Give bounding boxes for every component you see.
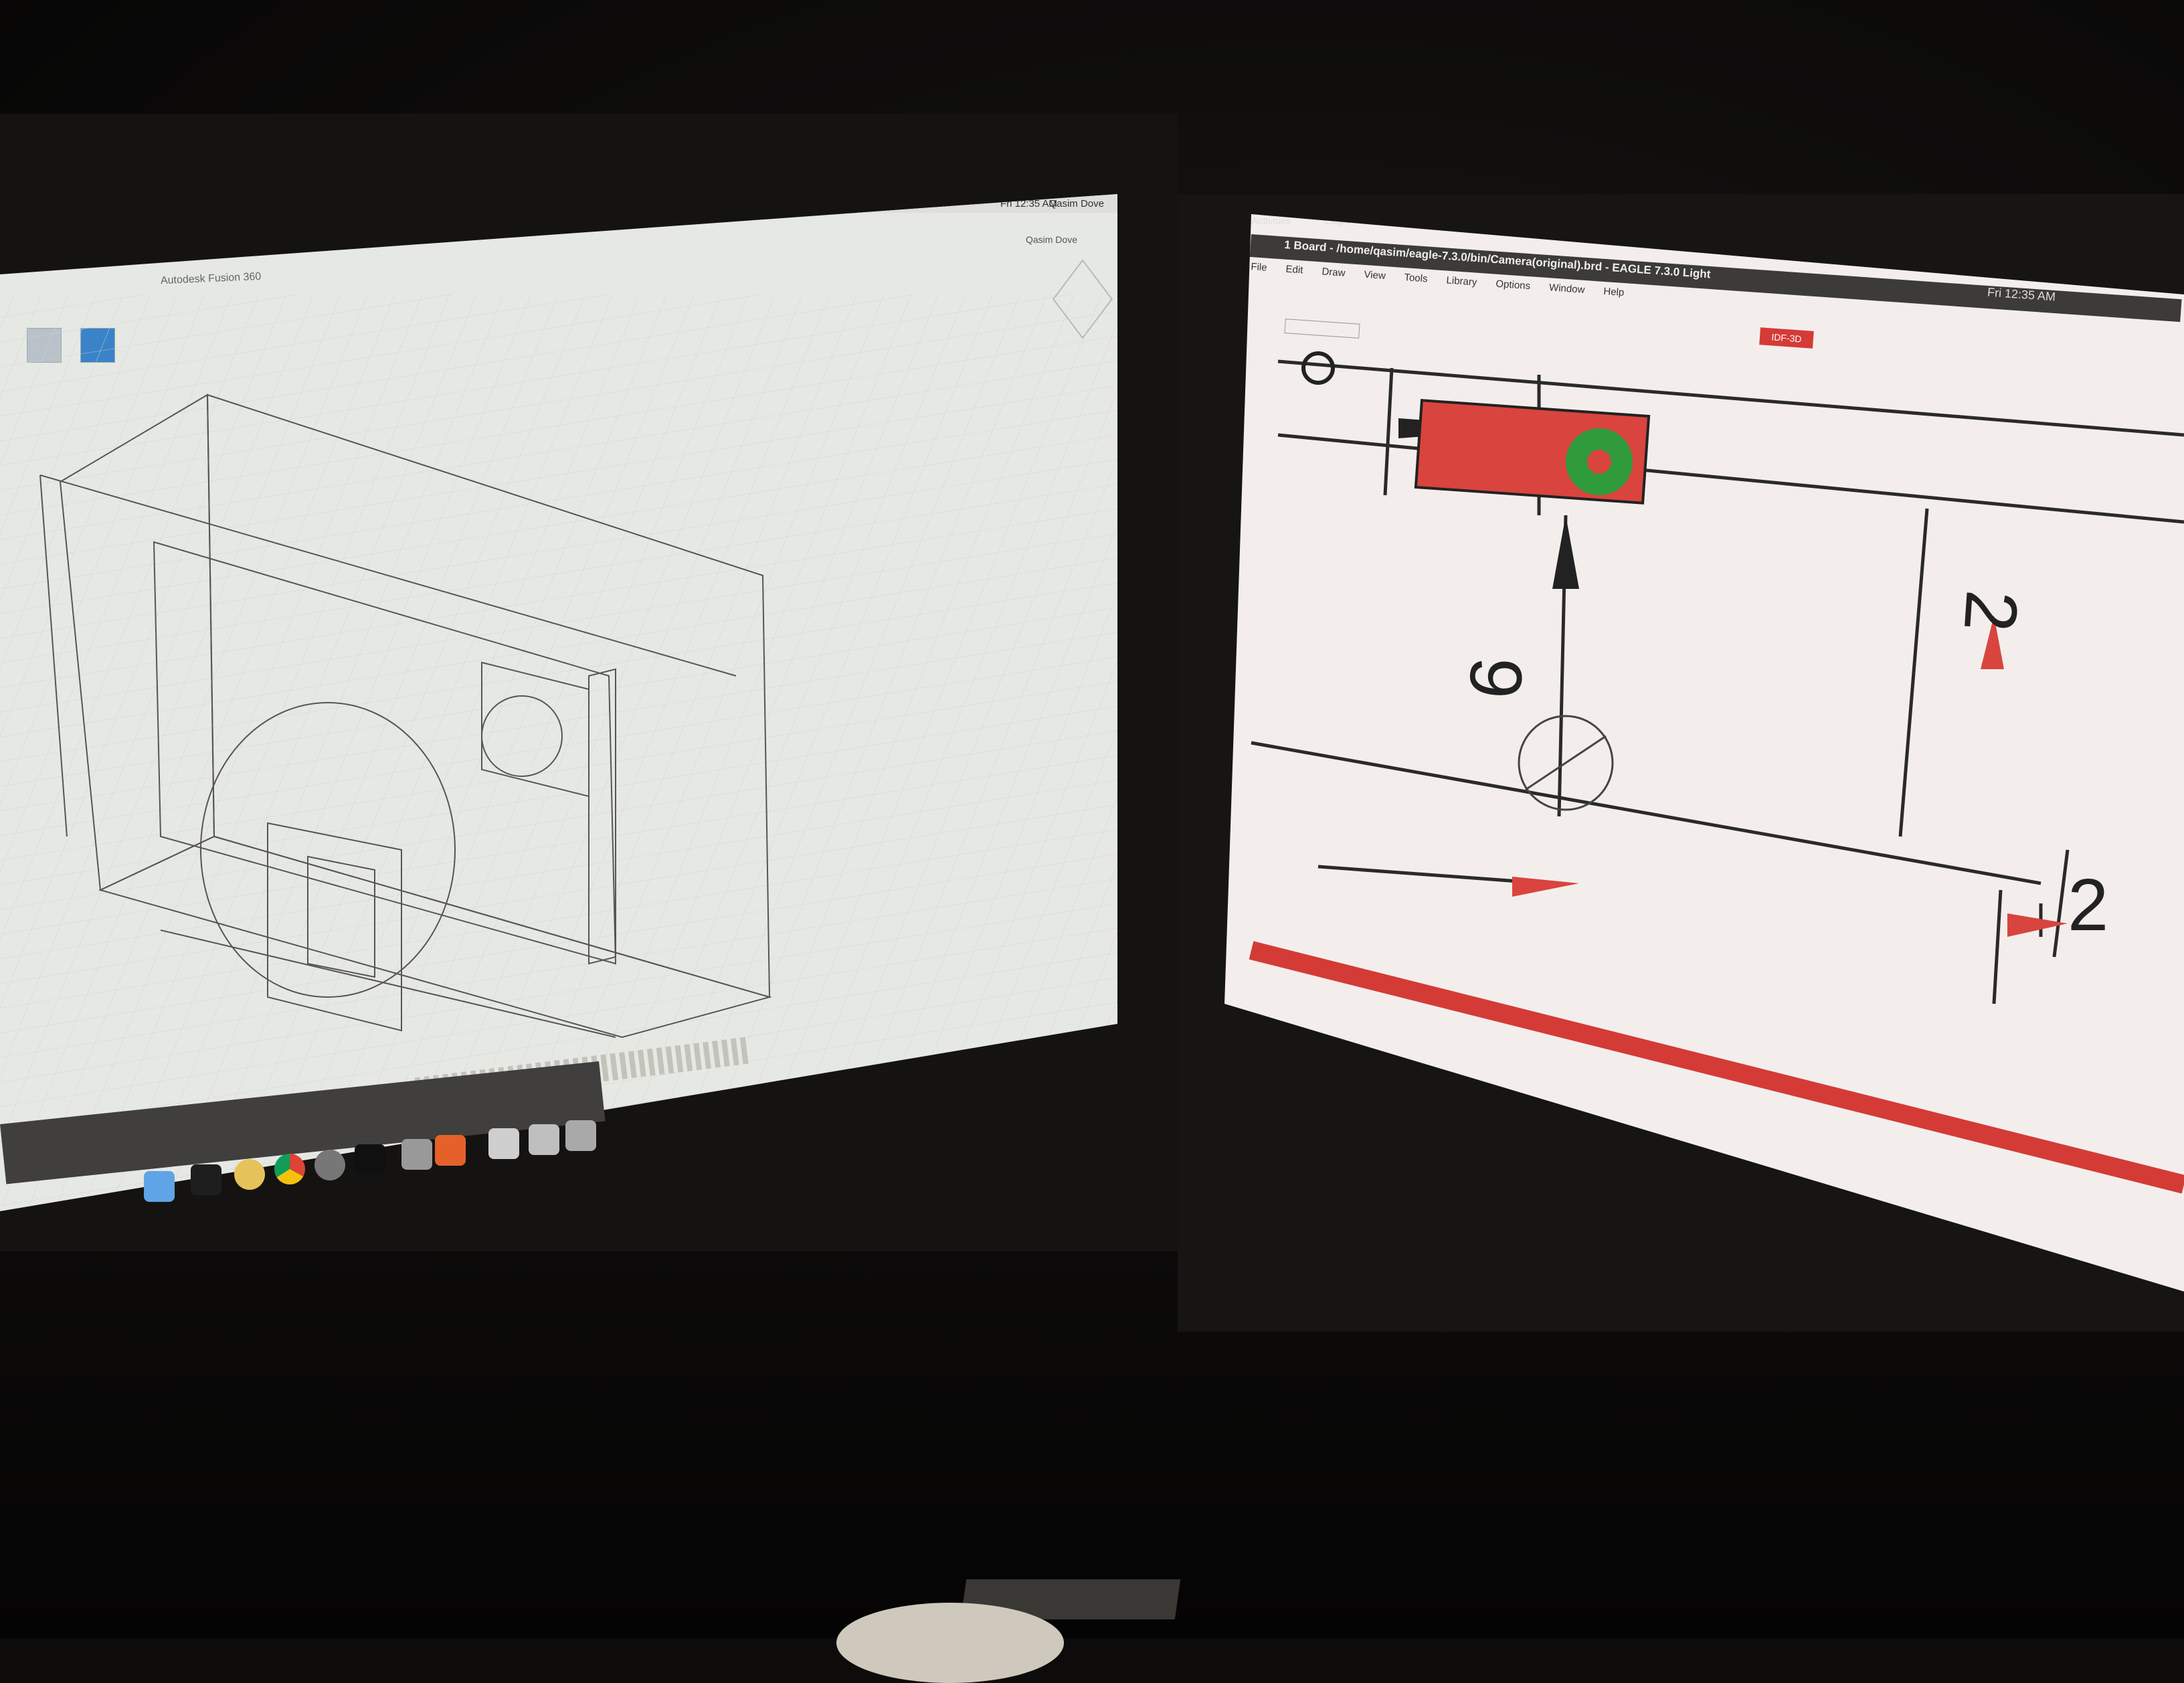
app-icon[interactable] [401, 1139, 432, 1170]
dimension-label-vertical: 9 [1453, 654, 1538, 701]
folder2-icon[interactable] [529, 1124, 559, 1155]
via-drill [1587, 450, 1611, 474]
hole-crosshair [1525, 735, 1607, 791]
dimension-label-right: 2 [1948, 588, 2033, 634]
fusion360-icon[interactable] [435, 1135, 466, 1166]
origin-marker [1301, 351, 1335, 385]
document-icon[interactable] [488, 1128, 519, 1159]
mac-dock [0, 1061, 606, 1211]
folder-icon[interactable] [234, 1159, 265, 1190]
dimension-lines [1251, 359, 2184, 1004]
finder-icon[interactable] [144, 1171, 175, 1202]
terminal2-icon[interactable] [355, 1144, 385, 1175]
dimension-label-bottom: 2 [2068, 864, 2108, 946]
terminal-icon[interactable] [191, 1164, 221, 1195]
chrome-icon[interactable] [274, 1154, 305, 1184]
trash-icon[interactable] [565, 1120, 596, 1151]
settings-icon[interactable] [314, 1150, 345, 1180]
mug [836, 1603, 1064, 1683]
